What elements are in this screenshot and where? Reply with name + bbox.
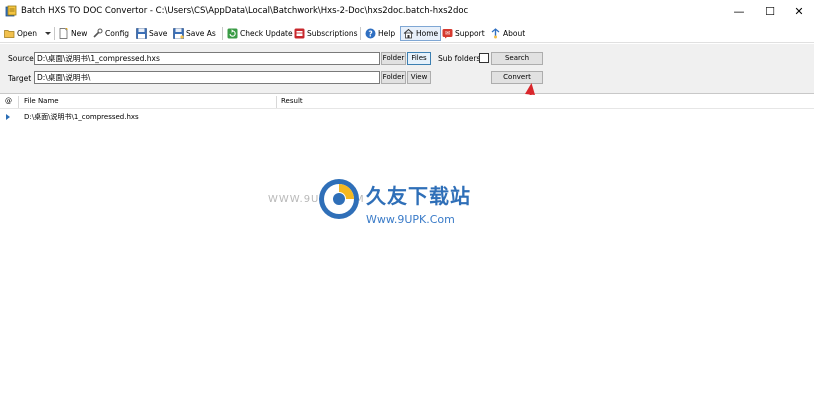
save-as-icon <box>173 28 184 39</box>
save-icon <box>136 28 147 39</box>
watermark-url: Www.9UPK.Com <box>366 213 455 226</box>
about-label: About <box>503 29 526 38</box>
config-button[interactable]: Config <box>92 26 129 41</box>
minimize-button[interactable]: — <box>724 0 754 24</box>
save-label: Save <box>149 29 168 38</box>
view-button[interactable]: View <box>407 71 431 84</box>
save-button[interactable]: Save <box>136 26 167 41</box>
target-folder-button[interactable]: Folder <box>381 71 406 84</box>
svg-text:✉: ✉ <box>445 30 450 37</box>
open-dropdown-icon[interactable] <box>45 32 51 35</box>
about-button[interactable]: About <box>490 26 525 41</box>
column-header-file-name[interactable]: File Name <box>24 97 59 105</box>
sub-folders-label: Sub folders <box>438 54 481 63</box>
new-label: New <box>71 29 88 38</box>
subscriptions-label: Subscriptions <box>307 29 358 38</box>
home-icon <box>403 28 414 39</box>
watermark-logo-icon <box>319 179 359 219</box>
open-button[interactable]: Open <box>4 26 37 41</box>
source-files-button[interactable]: Files <box>407 52 431 65</box>
about-icon <box>491 28 500 39</box>
file-name-cell: D:\桌面\说明书\1_compressed.hxs <box>24 113 139 121</box>
watermark-site-name: 久友下载站 <box>366 184 471 208</box>
subscriptions-button[interactable]: Subscriptions <box>294 26 358 41</box>
check-update-button[interactable]: Check Update <box>227 26 293 41</box>
home-button[interactable]: Home <box>400 26 442 41</box>
save-as-button[interactable]: Save As <box>173 26 216 41</box>
window-title: Batch HXS TO DOC Convertor - C:\Users\CS… <box>21 6 469 16</box>
source-input[interactable]: D:\桌面\说明书\1_compressed.hxs <box>34 52 380 65</box>
grid-header: @ File Name Result <box>0 95 814 109</box>
target-input[interactable]: D:\桌面\说明书\ <box>34 71 380 84</box>
open-label: Open <box>17 29 38 38</box>
subscriptions-icon <box>294 28 305 39</box>
toolbar-divider <box>222 27 223 40</box>
svg-text:?: ? <box>368 29 372 38</box>
folder-open-icon <box>4 30 15 38</box>
close-button[interactable]: ✕ <box>784 0 814 24</box>
wrench-icon <box>93 28 103 38</box>
refresh-icon <box>227 28 238 39</box>
row-pointer-icon <box>6 114 10 120</box>
source-folder-button[interactable]: Folder <box>381 52 406 65</box>
toolbar: Open New Config Save Save As Check Updat… <box>0 24 814 43</box>
toolbar-divider <box>360 27 361 40</box>
support-icon: ✉ <box>442 29 453 39</box>
config-label: Config <box>105 29 130 38</box>
new-button[interactable]: New <box>58 26 87 41</box>
file-grid: @ File Name Result D:\桌面\说明书\1_compresse… <box>0 95 814 411</box>
sub-folders-checkbox[interactable] <box>479 53 489 63</box>
home-label: Home <box>416 29 439 38</box>
column-divider[interactable] <box>18 96 19 108</box>
control-panel: Source D:\桌面\说明书\1_compressed.hxs Folder… <box>0 44 814 94</box>
check-update-label: Check Update <box>240 29 293 38</box>
support-label: Support <box>455 29 485 38</box>
toolbar-divider <box>54 27 55 40</box>
save-as-label: Save As <box>186 29 216 38</box>
column-divider[interactable] <box>276 96 277 108</box>
table-row[interactable]: D:\桌面\说明书\1_compressed.hxs <box>0 112 814 123</box>
help-button[interactable]: ? Help <box>365 26 395 41</box>
title-bar: Batch HXS TO DOC Convertor - C:\Users\CS… <box>0 0 814 24</box>
app-icon <box>5 5 17 17</box>
maximize-button[interactable]: ☐ <box>755 0 785 24</box>
new-file-icon <box>59 28 68 39</box>
target-label: Target <box>8 74 32 83</box>
column-header-at[interactable]: @ <box>5 97 12 105</box>
help-label: Help <box>378 29 396 38</box>
support-button[interactable]: ✉ Support <box>442 26 485 41</box>
watermark: WWW.9UPK.COM 久友下载站 Www.9UPK.Com <box>268 178 508 234</box>
column-header-result[interactable]: Result <box>281 97 303 105</box>
help-icon: ? <box>365 28 376 39</box>
search-button[interactable]: Search <box>491 52 543 65</box>
source-label: Source <box>8 54 34 63</box>
